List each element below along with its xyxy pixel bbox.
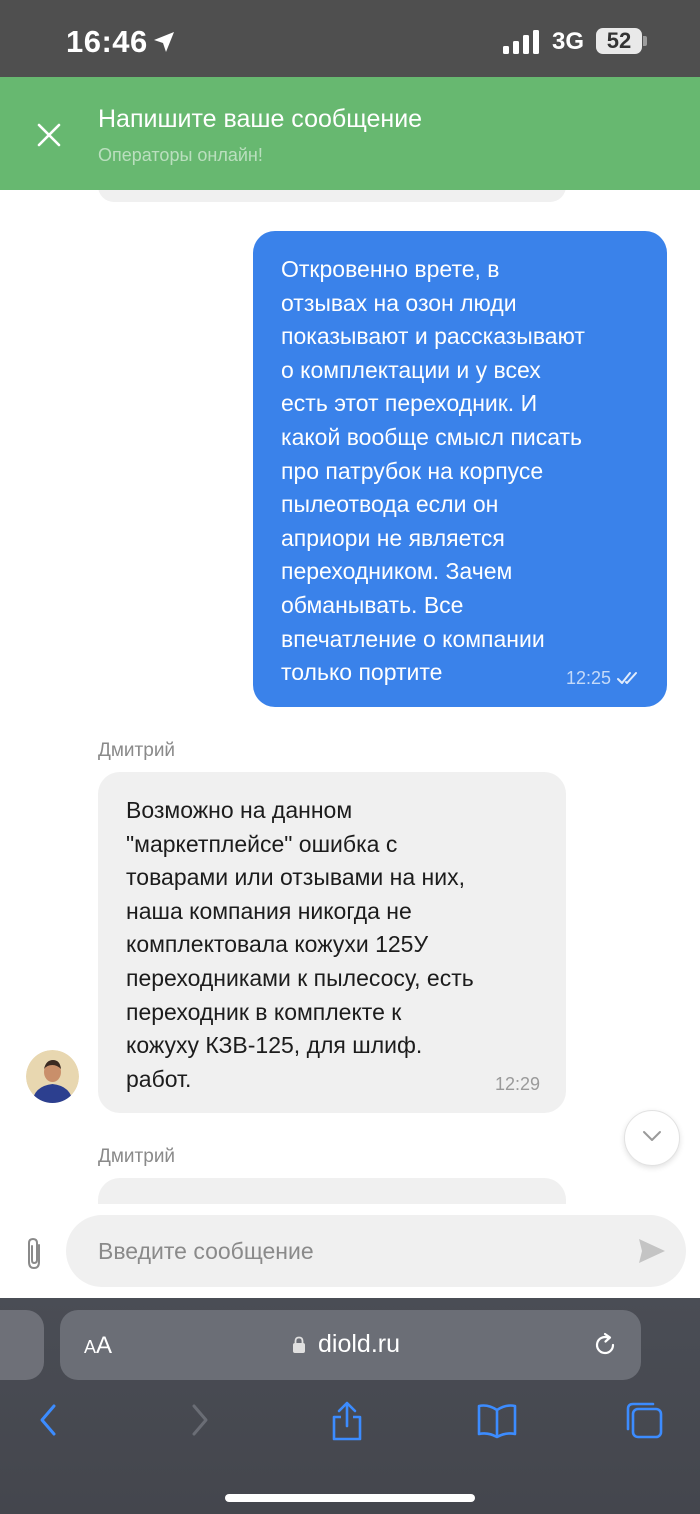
scroll-down-button[interactable] (624, 1110, 680, 1166)
aa-big: A (96, 1332, 113, 1359)
incoming-message-partial (98, 1178, 566, 1204)
tabs-icon[interactable] (624, 1400, 666, 1442)
network-type: 3G (552, 28, 585, 55)
chat-header: Напишите ваше сообщение Операторы онлайн… (0, 77, 700, 190)
reload-icon[interactable] (592, 1332, 618, 1358)
browser-chrome: AA diold.ru (0, 1298, 700, 1514)
send-icon[interactable] (638, 1238, 666, 1264)
message-time: 12:29 (494, 1074, 540, 1094)
url-text: diold.ru (318, 1330, 400, 1358)
sender-name: Дмитрий (98, 1146, 176, 1167)
status-time: 16:46 (66, 24, 148, 59)
battery-level: 52 (606, 28, 632, 53)
share-icon[interactable] (330, 1400, 364, 1442)
lock-icon (293, 1336, 305, 1353)
address-bar[interactable]: AA diold.ru (60, 1310, 641, 1380)
message-input[interactable] (66, 1215, 686, 1287)
message-time: 12:25 (565, 668, 611, 688)
status-bar: 16:46 3G 52 (0, 0, 700, 77)
home-indicator (225, 1494, 475, 1502)
message-text: Откровенно врете, в отзывах на озон люди… (281, 256, 585, 686)
chat-title: Напишите ваше сообщение (98, 105, 423, 133)
close-icon[interactable] (35, 121, 63, 149)
message-text: Возможно на данном "маркетплейсе" ошибка… (126, 797, 474, 1092)
chat-subtitle: Операторы онлайн! (98, 145, 263, 165)
outgoing-message[interactable]: Откровенно врете, в отзывах на озон люди… (253, 231, 667, 707)
reader-settings-button[interactable]: AA (84, 1332, 112, 1360)
sender-name: Дмитрий (98, 740, 176, 761)
operator-avatar (26, 1050, 79, 1103)
bookmarks-icon[interactable] (476, 1400, 518, 1440)
battery-icon: 52 (596, 28, 642, 54)
incoming-message[interactable]: Возможно на данном "маркетплейсе" ошибка… (98, 772, 566, 1113)
aa-small: A (84, 1337, 97, 1357)
location-arrow-icon (154, 32, 174, 52)
message-bubble-partial (98, 190, 566, 202)
message-list[interactable]: Откровенно врете, в отзывах на озон люди… (0, 190, 700, 1204)
read-checkmarks-icon (617, 672, 637, 684)
cellular-signal-icon (503, 30, 539, 54)
forward-icon[interactable] (188, 1400, 212, 1440)
chevron-down-icon (643, 1131, 661, 1141)
paperclip-icon[interactable] (22, 1236, 48, 1272)
battery-cap (643, 36, 647, 46)
back-icon[interactable] (36, 1400, 60, 1440)
message-composer (0, 1204, 700, 1298)
previous-tab-preview[interactable] (0, 1310, 44, 1380)
